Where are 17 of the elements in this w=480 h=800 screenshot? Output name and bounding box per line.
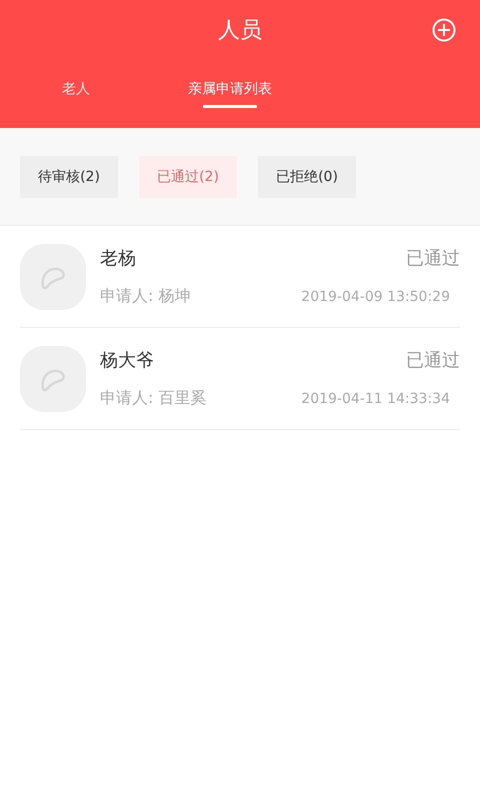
avatar-icon <box>20 346 86 412</box>
page-title: 人员 <box>218 17 262 45</box>
application-row[interactable]: 老杨 已通过 申请人: 杨坤 2019-04-09 13:50:29 <box>20 226 460 328</box>
application-row[interactable]: 杨大爷 已通过 申请人: 百里奚 2019-04-11 14:33:34 <box>20 328 460 430</box>
filter-button[interactable]: 已拒绝(0) <box>258 156 356 198</box>
add-button[interactable] <box>432 18 456 42</box>
time-text: 2019-04-11 14:33:34 <box>301 391 450 407</box>
plus-circle-icon <box>432 18 456 42</box>
avatar-icon <box>20 244 86 310</box>
elder-name: 杨大爷 <box>100 349 154 372</box>
status-label: 已通过 <box>406 349 460 372</box>
applicant-text: 申请人: 杨坤 <box>100 286 190 307</box>
filter-button[interactable]: 待审核(2) <box>20 156 118 198</box>
elder-name: 老杨 <box>100 247 136 270</box>
applicant-text: 申请人: 百里奚 <box>100 388 206 409</box>
time-text: 2019-04-09 13:50:29 <box>301 289 450 305</box>
status-label: 已通过 <box>406 247 460 270</box>
